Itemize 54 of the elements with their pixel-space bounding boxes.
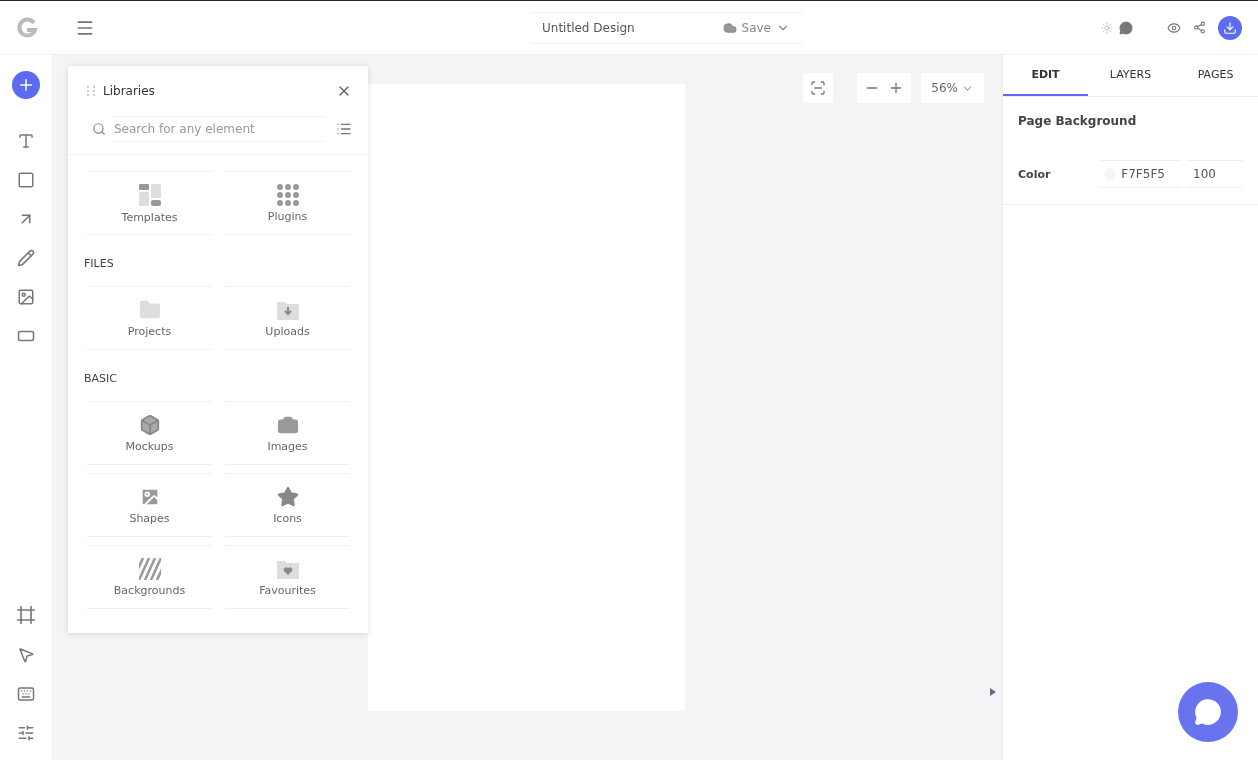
dot-grid-icon (276, 183, 299, 206)
list-view-icon[interactable] (336, 121, 352, 137)
zoom-select[interactable]: 56% (921, 73, 984, 103)
plus-icon (17, 76, 35, 94)
pointer-tool-icon[interactable] (17, 646, 35, 664)
pencil-tool-icon[interactable] (17, 249, 35, 267)
comment-icon[interactable] (1119, 20, 1133, 35)
library-tile[interactable]: Plugins (225, 171, 350, 235)
panel-tab[interactable]: PAGES (1173, 55, 1258, 96)
library-tile[interactable]: Icons (225, 473, 350, 537)
chat-button[interactable] (1178, 682, 1238, 742)
library-tile[interactable]: Images (225, 401, 350, 465)
text-tool-icon[interactable] (17, 132, 35, 150)
panel-tab[interactable]: EDIT (1003, 55, 1088, 96)
diagonal-stripes-icon (138, 557, 161, 580)
fit-screen-icon[interactable] (810, 80, 827, 96)
chat-bubble-icon (1194, 698, 1222, 726)
layout-blocks-icon (137, 182, 162, 207)
design-title[interactable]: Untitled Design (542, 20, 635, 35)
eye-icon[interactable] (1167, 20, 1181, 35)
cloud-icon (722, 20, 737, 35)
folder-icon (138, 298, 161, 321)
star-icon (276, 485, 299, 508)
search-icon (92, 122, 106, 136)
library-tile[interactable]: Templates (87, 171, 212, 235)
download-button[interactable] (1218, 15, 1242, 40)
section-heading: FILES (84, 256, 115, 270)
color-label: Color (1018, 167, 1052, 181)
library-tile[interactable]: Favourites (225, 545, 350, 609)
section-heading: BASIC (84, 371, 118, 385)
library-tile[interactable]: Uploads (225, 286, 350, 350)
align-icon[interactable] (17, 724, 35, 742)
panel-tab[interactable]: LAYERS (1088, 55, 1173, 96)
save-button[interactable]: Save (722, 20, 790, 35)
image-tool-icon[interactable] (17, 288, 35, 306)
opacity-field[interactable]: 100 (1187, 160, 1243, 188)
add-button[interactable] (12, 71, 40, 99)
section-title: Page Background (1017, 113, 1138, 130)
color-field[interactable]: F7F5F5 (1100, 160, 1181, 188)
library-tile[interactable]: Backgrounds (87, 545, 212, 609)
panel-title: Libraries (103, 84, 156, 98)
download-icon (1223, 20, 1237, 35)
keyboard-icon[interactable] (17, 685, 35, 703)
frame-tool-icon[interactable] (16, 605, 36, 625)
library-tile[interactable]: Mockups (87, 401, 212, 465)
expand-arrow-icon[interactable] (990, 688, 996, 696)
library-tile[interactable]: Projects (87, 286, 212, 350)
cube-icon (138, 413, 161, 436)
library-tile[interactable]: Shapes (87, 473, 212, 537)
drag-handle-icon (87, 86, 95, 96)
share-icon[interactable] (1193, 21, 1206, 34)
app-logo (16, 16, 38, 39)
rectangle-tool-icon[interactable] (17, 171, 35, 189)
search-field[interactable]: Search for any element (112, 116, 324, 142)
